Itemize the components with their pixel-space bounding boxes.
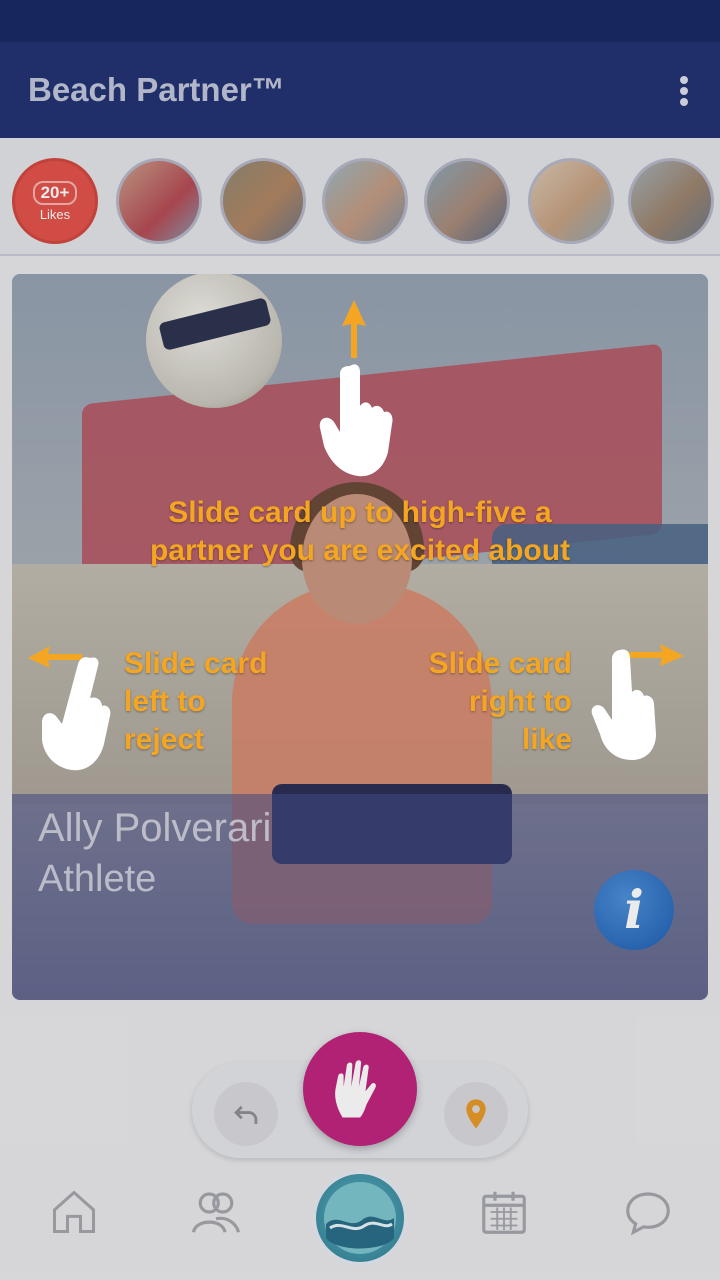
likes-strip: 20+ Likes: [0, 138, 720, 256]
high-five-button[interactable]: [303, 1032, 417, 1146]
hint-right-line1: Slide card: [428, 647, 572, 680]
app-title: Beach Partner™: [28, 71, 285, 108]
likes-badge[interactable]: 20+ Likes: [12, 158, 98, 244]
hint-right-line3: like: [521, 723, 572, 756]
avatar-1[interactable]: [116, 158, 202, 244]
app-bar: Beach Partner™: [0, 42, 720, 138]
hint-right-line2: right to: [468, 685, 572, 718]
avatar-4[interactable]: [424, 158, 510, 244]
hint-up-line1: Slide card up to high-five a: [168, 496, 552, 529]
calendar-icon: [482, 1191, 526, 1234]
swipe-left-gesture-icon: [28, 646, 111, 771]
avatar-6[interactable]: [628, 158, 714, 244]
avatar-3[interactable]: [322, 158, 408, 244]
hint-slide-right: Slide card right to like: [396, 645, 572, 759]
undo-button[interactable]: [214, 1082, 278, 1146]
location-pin-icon: [466, 1099, 486, 1129]
hint-slide-left: Slide card left to reject: [124, 645, 267, 759]
chat-icon: [626, 1192, 670, 1236]
avatar-5[interactable]: [528, 158, 614, 244]
avatar-2[interactable]: [220, 158, 306, 244]
nav-people[interactable]: [186, 1182, 246, 1242]
hint-up-line2: partner you are excited about: [149, 534, 571, 567]
high-five-icon: [335, 1060, 376, 1118]
nav-chat[interactable]: [618, 1182, 678, 1242]
swipe-right-gesture-icon: [591, 644, 684, 760]
hint-slide-up: Slide card up to high-five a partner you…: [60, 494, 660, 570]
home-icon: [52, 1190, 96, 1234]
hint-left-line3: reject: [124, 723, 205, 756]
location-button[interactable]: [444, 1082, 508, 1146]
beach-partner-logo-icon: [324, 1182, 396, 1254]
athlete-role: Athlete: [38, 858, 157, 900]
people-icon: [191, 1192, 241, 1233]
swipe-up-gesture-icon: [319, 300, 393, 477]
hint-left-line2: left to: [124, 685, 206, 718]
likes-label: Likes: [39, 206, 71, 222]
likes-count: 20+: [32, 180, 78, 205]
undo-icon: [234, 1105, 258, 1124]
status-bar: [0, 0, 720, 42]
athlete-name: Ally Polverari: [38, 806, 272, 850]
nav-calendar[interactable]: [474, 1182, 534, 1242]
nav-home[interactable]: [44, 1182, 104, 1242]
overflow-menu-icon[interactable]: [674, 76, 694, 108]
hint-left-line1: Slide card: [124, 647, 268, 680]
beach-partner-logo[interactable]: [312, 1170, 408, 1266]
info-icon[interactable]: i: [594, 870, 674, 950]
